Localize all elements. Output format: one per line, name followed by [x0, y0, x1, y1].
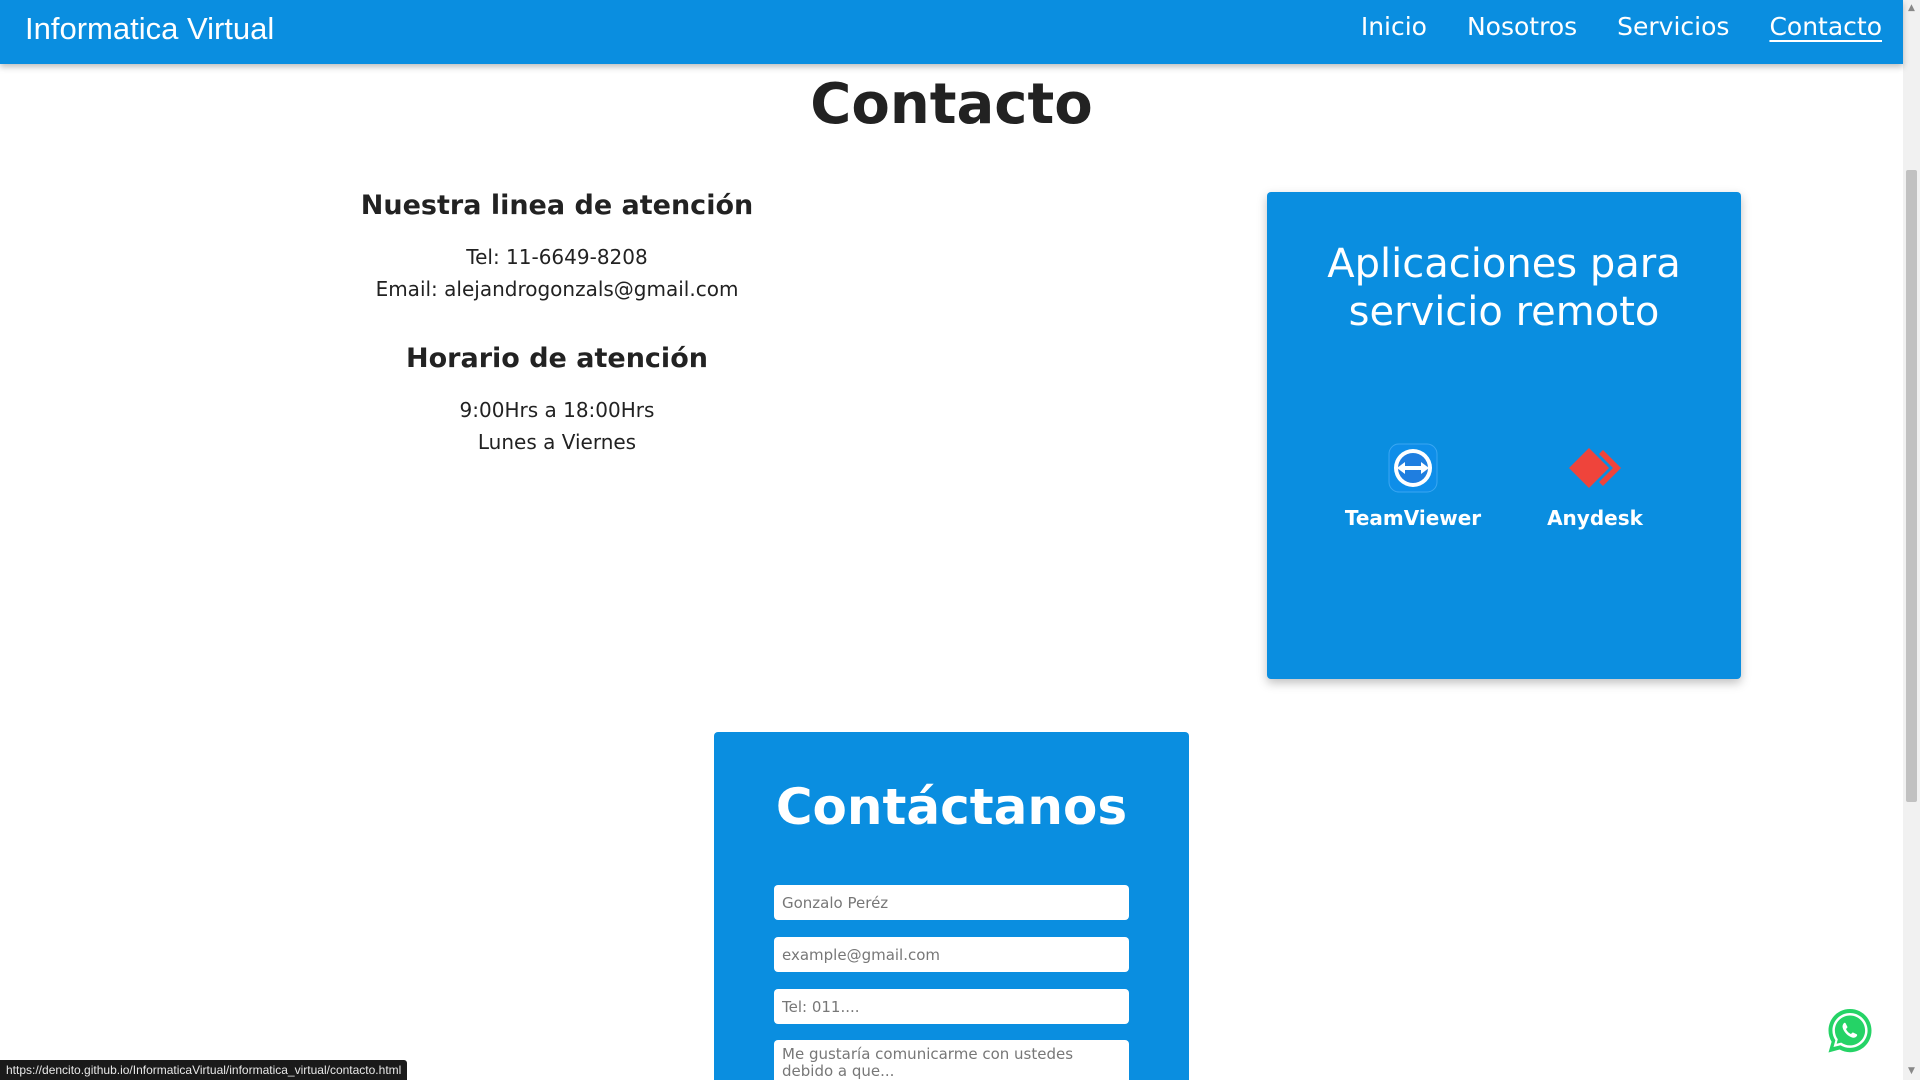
anydesk-icon — [1569, 448, 1621, 488]
brand-logo-text[interactable]: Informatica Virtual — [25, 11, 274, 47]
navbar: Informatica Virtual Inicio Nosotros Serv… — [0, 0, 1903, 64]
teamviewer-label: TeamViewer — [1344, 506, 1482, 530]
contact-form-card: Contáctanos — [714, 732, 1189, 1080]
remote-title-line-1: Aplicaciones para — [1327, 241, 1681, 287]
email-input[interactable] — [774, 937, 1129, 972]
anydesk-label: Anydesk — [1547, 506, 1643, 530]
scroll-up-arrow-icon[interactable]: ▲ — [1903, 0, 1920, 17]
teamviewer-link[interactable]: TeamViewer — [1344, 438, 1482, 530]
scroll-down-arrow-icon[interactable]: ▼ — [1903, 1063, 1920, 1080]
remote-apps-card: Aplicaciones para servicio remoto TeamVi… — [1267, 192, 1741, 679]
nav-link-contacto[interactable]: Contacto — [1769, 12, 1882, 41]
contact-info: Nuestra linea de atención Tel: 11-6649-8… — [357, 190, 757, 458]
hours-days: Lunes a Viernes — [477, 430, 637, 454]
whatsapp-icon — [1823, 1004, 1877, 1058]
nav-link-servicios[interactable]: Servicios — [1617, 12, 1729, 41]
anydesk-link[interactable]: Anydesk — [1530, 438, 1660, 530]
name-input[interactable] — [774, 885, 1129, 920]
support-heading: Nuestra linea de atención — [360, 190, 754, 221]
support-phone: Tel: 11-6649-8208 — [466, 245, 648, 269]
support-email: Email: alejandrogonzals@gmail.com — [375, 277, 739, 301]
teamviewer-icon — [1388, 443, 1438, 493]
scroll-thumb[interactable] — [1906, 170, 1917, 802]
whatsapp-button[interactable] — [1822, 1003, 1878, 1059]
remote-title-line-2: servicio remoto — [1348, 289, 1660, 335]
page-scrollbar[interactable]: ▲ ▼ — [1903, 0, 1920, 1080]
hours-heading: Horario de atención — [406, 343, 708, 374]
remote-apps-list: TeamViewer Anydesk — [1267, 438, 1741, 530]
remote-apps-title: Aplicaciones para servicio remoto — [1267, 240, 1741, 336]
page: Informatica Virtual Inicio Nosotros Serv… — [0, 0, 1920, 1080]
nav-link-nosotros[interactable]: Nosotros — [1467, 12, 1577, 41]
hours-time: 9:00Hrs a 18:00Hrs — [459, 398, 655, 422]
phone-input[interactable] — [774, 989, 1129, 1024]
page-title: Contacto — [810, 72, 1093, 137]
nav-link-inicio[interactable]: Inicio — [1361, 12, 1427, 41]
status-bar-url: https://dencito.github.io/InformaticaVir… — [0, 1060, 408, 1080]
nav-links: Inicio Nosotros Servicios Contacto — [1361, 12, 1882, 41]
message-textarea[interactable] — [774, 1040, 1129, 1080]
contact-form-title: Contáctanos — [775, 778, 1128, 836]
